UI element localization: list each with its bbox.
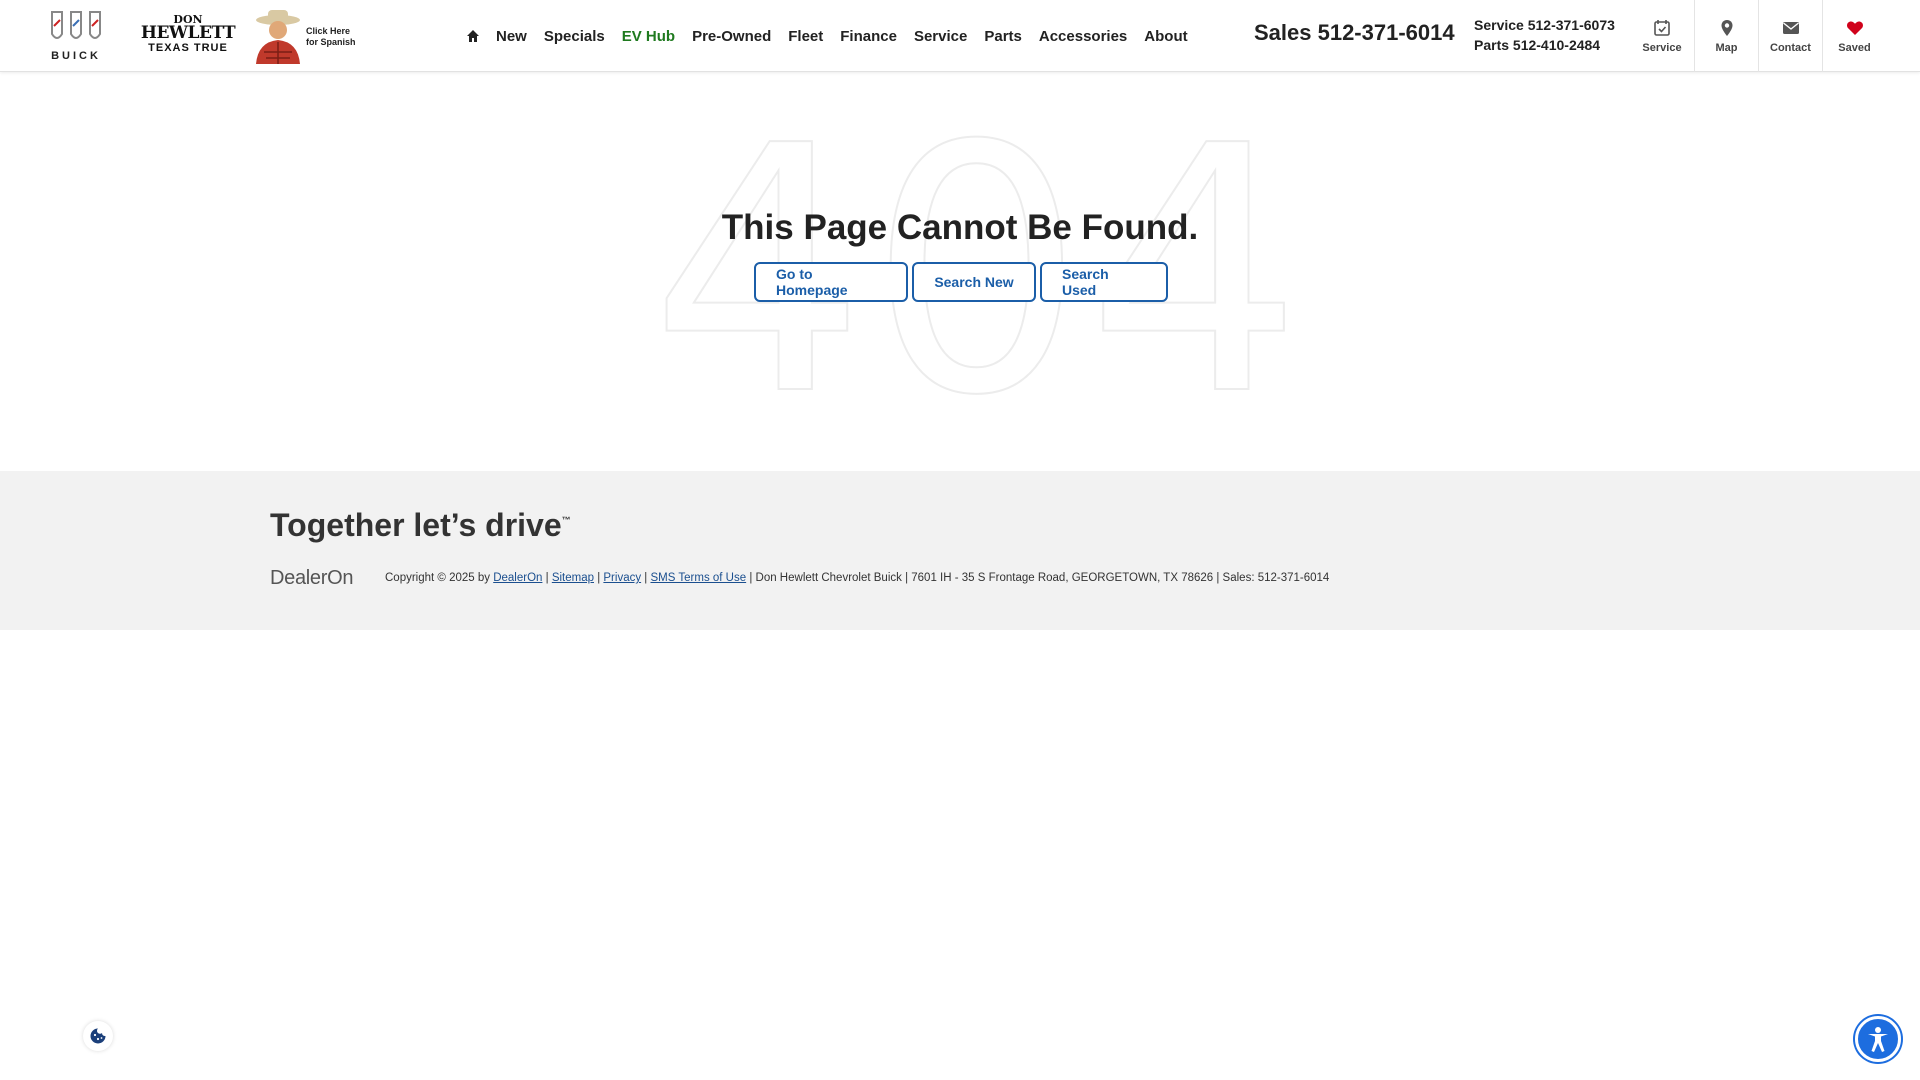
buick-tri-shield-icon [51,11,101,39]
sms-terms-link[interactable]: SMS Terms of Use [650,572,746,584]
envelope-icon [1782,21,1799,34]
dealer-logo-line3: TEXAS TRUE [148,42,228,54]
site-footer: Together let’s drive™ DealerOn Copyright… [0,471,1920,630]
calendar-check-icon [1654,19,1670,36]
accessibility-button[interactable] [1855,1016,1901,1062]
nav-item-finance[interactable]: Finance [840,28,897,45]
go-to-homepage-button[interactable]: Go to Homepage [754,262,908,302]
nav-item-fleet[interactable]: Fleet [788,28,823,45]
site-header: BUICK DON HEWLETT TEXAS TRUE Click Here … [0,0,1920,72]
search-used-button[interactable]: Search Used [1040,262,1168,302]
buick-logo[interactable]: BUICK [44,10,108,62]
dealer-logo-line2: HEWLETT [140,23,236,43]
tool-map-button[interactable]: Map [1694,0,1758,72]
dealer-address-text: | Don Hewlett Chevrolet Buick | 7601 IH … [746,572,1330,584]
nav-item-ev-hub[interactable]: EV Hub [622,28,675,45]
cowboy-spokesman-image [256,10,300,64]
home-icon[interactable] [466,29,480,43]
map-pin-icon [1721,19,1732,36]
dealer-logo[interactable]: DON HEWLETT TEXAS TRUE [136,14,240,56]
tool-map-label: Map [1715,41,1738,54]
tool-service-button[interactable]: Service [1630,0,1694,72]
tool-contact-label: Contact [1770,41,1811,54]
tool-saved-label: Saved [1838,41,1871,54]
dealeron-logo[interactable]: DealerOn [270,567,354,590]
nav-item-new[interactable]: New [496,28,527,45]
header-tools: Service Map Contact Saved [1630,0,1886,72]
nav-item-specials[interactable]: Specials [544,28,605,45]
sitemap-link[interactable]: Sitemap [552,572,594,584]
error-section: 404 This Page Cannot Be Found. Go to Hom… [0,72,1920,472]
search-new-button[interactable]: Search New [912,262,1036,302]
buick-wordmark: BUICK [51,50,101,62]
tool-service-label: Service [1642,41,1682,54]
page-title: This Page Cannot Be Found. [721,208,1199,247]
tool-saved-button[interactable]: Saved [1822,0,1886,72]
parts-phone-link[interactable]: Parts 512-410-2484 [1474,35,1615,55]
spanish-promo-link[interactable]: Click Here for Spanish [250,8,360,64]
department-phones: Service 512-371-6073 Parts 512-410-2484 [1474,15,1615,55]
sales-phone-link[interactable]: Sales 512-371-6014 [1254,20,1455,46]
error-actions: Go to Homepage Search New Search Used [754,262,1172,302]
footer-legal-line: Copyright © 2025 by DealerOn | Sitemap |… [385,572,1330,584]
nav-item-pre-owned[interactable]: Pre-Owned [692,28,771,45]
cookie-settings-button[interactable] [83,1021,113,1051]
tool-contact-button[interactable]: Contact [1758,0,1822,72]
nav-item-parts[interactable]: Parts [984,28,1022,45]
main-nav: New Specials EV Hub Pre-Owned Fleet Fina… [466,0,1205,72]
cookie-icon [90,1028,106,1044]
spanish-promo-text: Click Here for Spanish [306,26,356,47]
tagline-text: Together let’s drive [270,507,562,543]
nav-item-accessories[interactable]: Accessories [1039,28,1127,45]
footer-tagline: Together let’s drive™ [270,507,571,544]
nav-item-service[interactable]: Service [914,28,967,45]
service-phone-link[interactable]: Service 512-371-6073 [1474,15,1615,35]
nav-item-about[interactable]: About [1144,28,1187,45]
accessibility-person-icon [1868,1027,1888,1052]
heart-icon [1846,21,1863,35]
trademark-mark: ™ [561,515,571,525]
copyright-text: Copyright © 2025 by [385,572,494,584]
privacy-link[interactable]: Privacy [603,572,641,584]
dealeron-link[interactable]: DealerOn [493,572,542,584]
